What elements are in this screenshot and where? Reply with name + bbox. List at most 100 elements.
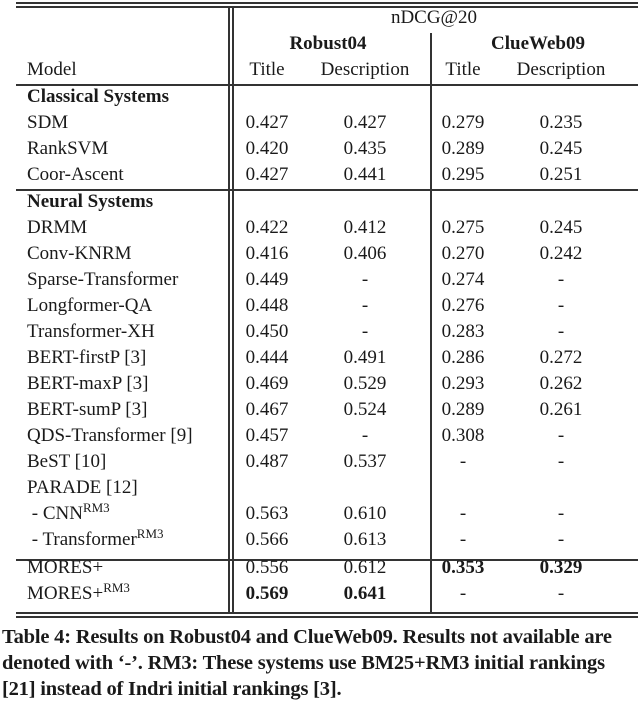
model-label: SDM	[27, 112, 69, 133]
table-cell: 0.283	[441, 321, 485, 342]
table-cell: 0.444	[245, 347, 289, 368]
table-cell: 0.569	[245, 583, 289, 604]
model-name: - CNNRM3	[27, 500, 110, 526]
table-cell: -	[557, 583, 565, 604]
top-rule-2	[16, 6, 638, 8]
model-name: BERT-firstP [3]	[27, 347, 146, 369]
table-cell: 0.435	[343, 138, 387, 159]
dataset-header-robust04: Robust04	[289, 33, 367, 54]
model-label: - Transformer	[27, 529, 137, 550]
table-cell: 0.235	[539, 112, 583, 133]
model-label: MORES+	[27, 583, 104, 604]
table-cell: 0.556	[245, 557, 289, 578]
table-cell: 0.275	[441, 217, 485, 238]
table-cell: 0.245	[539, 138, 583, 159]
table-cell: -	[361, 295, 369, 316]
table-cell: 0.563	[245, 503, 289, 524]
section-label: Neural Systems	[27, 191, 154, 212]
table-cell: 0.272	[539, 347, 583, 368]
table-cell: -	[557, 321, 565, 342]
model-label: Sparse-Transformer	[27, 269, 179, 290]
table-cell: -	[361, 269, 369, 290]
model-name: RankSVM	[27, 138, 108, 160]
model-label: BERT-sumP [3]	[27, 399, 148, 420]
model-name: Transformer-XH	[27, 321, 155, 343]
table-cell: 0.529	[343, 373, 387, 394]
table-cell: 0.610	[343, 503, 387, 524]
model-label: MORES+	[27, 557, 104, 578]
table-cell: -	[557, 529, 565, 550]
table-cell: 0.276	[441, 295, 485, 316]
model-superscript: RM3	[82, 500, 110, 515]
model-name: Longformer-QA	[27, 295, 152, 317]
table-cell: -	[361, 321, 369, 342]
table-cell: 0.261	[539, 399, 583, 420]
table-cell: -	[557, 425, 565, 446]
bottom-rule	[16, 612, 638, 614]
model-label: QDS-Transformer [9]	[27, 425, 193, 446]
column-header-description: Description	[516, 59, 606, 80]
model-superscript: RM3	[136, 526, 164, 541]
model-name: SDM	[27, 112, 68, 134]
table-cell: 0.427	[245, 164, 289, 185]
top-rule	[16, 2, 638, 4]
table-caption: Table 4: Results on Robust04 and ClueWeb…	[2, 626, 612, 700]
table-cell: 0.467	[245, 399, 289, 420]
column-header-title: Title	[445, 59, 481, 80]
model-label: BERT-firstP [3]	[27, 347, 147, 368]
column-header-model: Model	[27, 59, 77, 80]
table-cell: 0.242	[539, 243, 583, 264]
table-cell: 0.441	[343, 164, 387, 185]
model-name: DRMM	[27, 217, 87, 239]
bottom-rule-2	[16, 616, 638, 618]
model-name: MORES+	[27, 557, 103, 579]
model-label: Conv-KNRM	[27, 243, 132, 264]
table-cell: 0.566	[245, 529, 289, 550]
table-cell: 0.262	[539, 373, 583, 394]
model-label: BeST [10]	[27, 451, 107, 472]
dataset-divider	[430, 33, 432, 612]
model-name: - TransformerRM3	[27, 526, 164, 552]
table-cell: 0.279	[441, 112, 485, 133]
model-name: Coor-Ascent	[27, 164, 124, 186]
table-cell: 0.329	[539, 557, 583, 578]
table-cell: -	[557, 295, 565, 316]
model-name: PARADE [12]	[27, 477, 138, 499]
table-cell: 0.289	[441, 138, 485, 159]
table-cell: 0.308	[441, 425, 485, 446]
table-cell: 0.251	[539, 164, 583, 185]
table-cell: -	[459, 503, 467, 524]
table-cell: 0.406	[343, 243, 387, 264]
table-cell: 0.353	[441, 557, 485, 578]
model-label: Coor-Ascent	[27, 164, 124, 185]
model-label: PARADE [12]	[27, 477, 138, 498]
model-label: Longformer-QA	[27, 295, 153, 316]
model-superscript: RM3	[103, 580, 130, 595]
table-cell: 0.427	[245, 112, 289, 133]
metric-header: nDCG@20	[390, 7, 478, 28]
table-cell: 0.245	[539, 217, 583, 238]
table-cell: -	[557, 269, 565, 290]
model-name: BERT-sumP [3]	[27, 399, 147, 421]
model-name: Sparse-Transformer	[27, 269, 178, 291]
table-cell: -	[361, 425, 369, 446]
table-cell: 0.270	[441, 243, 485, 264]
table-cell: 0.612	[343, 557, 387, 578]
table-cell: 0.487	[245, 451, 289, 472]
table-cell: 0.641	[343, 583, 387, 604]
model-label: BERT-maxP [3]	[27, 373, 149, 394]
table-cell: 0.286	[441, 347, 485, 368]
model-label: DRMM	[27, 217, 88, 238]
table-cell: 0.293	[441, 373, 485, 394]
table-cell: 0.448	[245, 295, 289, 316]
table-cell: 0.469	[245, 373, 289, 394]
table-cell: 0.416	[245, 243, 289, 264]
table-cell: 0.274	[441, 269, 485, 290]
dataset-header-clueweb09: ClueWeb09	[491, 33, 585, 54]
table-cell: 0.450	[245, 321, 289, 342]
table-cell: 0.449	[245, 269, 289, 290]
table-cell: 0.457	[245, 425, 289, 446]
table-cell: 0.420	[245, 138, 289, 159]
table-cell: -	[459, 529, 467, 550]
table-cell: 0.422	[245, 217, 289, 238]
